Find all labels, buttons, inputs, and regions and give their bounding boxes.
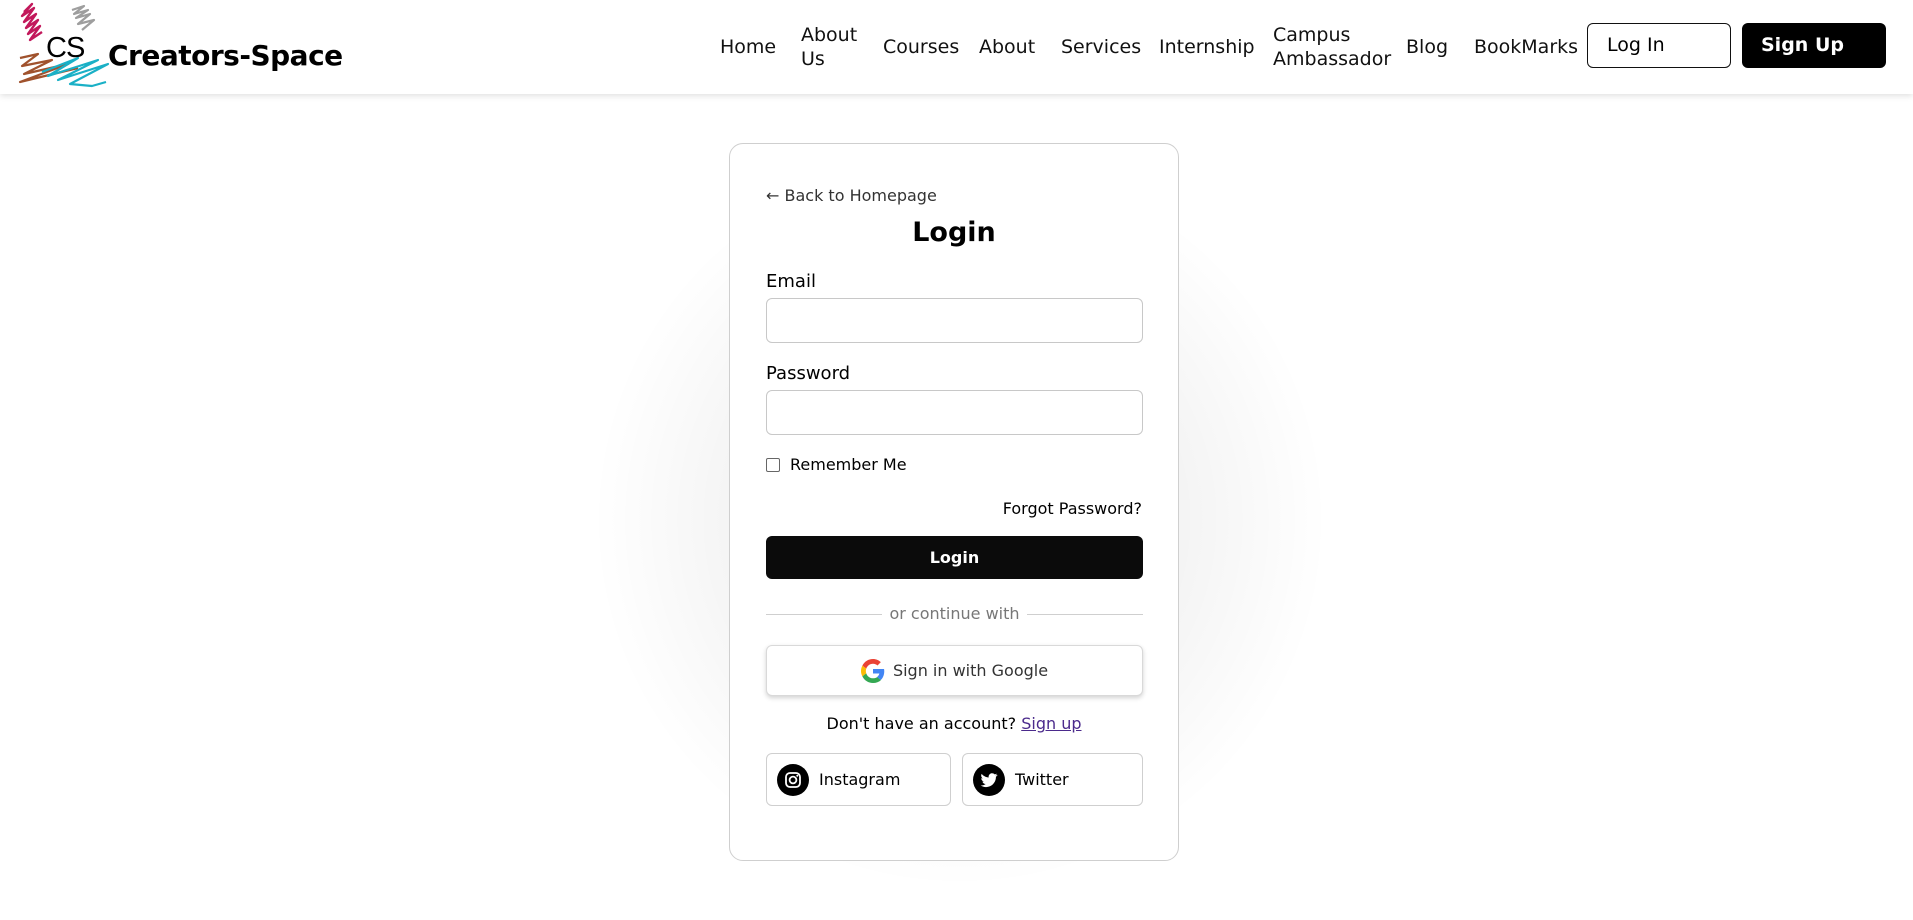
- no-account-text: Don't have an account?: [826, 714, 1017, 733]
- twitter-icon: [973, 763, 1005, 796]
- instagram-icon: [777, 763, 809, 796]
- remember-me-label[interactable]: Remember Me: [790, 455, 907, 474]
- password-field[interactable]: [766, 390, 1143, 435]
- nav-courses[interactable]: Courses: [883, 35, 959, 59]
- nav-internship[interactable]: Internship: [1159, 35, 1255, 59]
- login-submit-button[interactable]: Login: [766, 536, 1143, 579]
- password-label: Password: [766, 363, 851, 384]
- twitter-button[interactable]: Twitter: [962, 753, 1143, 806]
- nav-campus-ambassador[interactable]: Campus Ambassador: [1273, 23, 1391, 71]
- email-label: Email: [766, 271, 816, 292]
- forgot-password-link[interactable]: Forgot Password?: [1003, 499, 1142, 518]
- google-signin-button[interactable]: Sign in with Google: [766, 645, 1143, 696]
- back-to-homepage-link[interactable]: ← Back to Homepage: [766, 186, 937, 205]
- remember-me-row: Remember Me: [766, 455, 907, 474]
- header-login-button[interactable]: Log In: [1587, 23, 1731, 68]
- email-field[interactable]: [766, 298, 1143, 343]
- google-icon: [860, 658, 885, 683]
- remember-me-checkbox[interactable]: [766, 457, 780, 472]
- instagram-label: Instagram: [819, 770, 901, 789]
- nav-home[interactable]: Home: [720, 35, 776, 59]
- nav-services[interactable]: Services: [1061, 35, 1141, 59]
- google-signin-label: Sign in with Google: [892, 661, 1049, 680]
- twitter-label: Twitter: [1015, 770, 1069, 789]
- header-signup-button[interactable]: Sign Up: [1742, 23, 1886, 68]
- nav-blog[interactable]: Blog: [1406, 35, 1448, 59]
- instagram-button[interactable]: Instagram: [766, 753, 951, 806]
- login-card: ← Back to Homepage Login Email Password …: [729, 143, 1179, 861]
- nav-bookmarks[interactable]: BookMarks: [1474, 35, 1578, 59]
- nav-about[interactable]: About: [979, 35, 1035, 59]
- top-navbar: CS Creators-Space Home About Us Courses …: [0, 0, 1913, 94]
- login-title: Login: [912, 217, 996, 248]
- signup-link[interactable]: Sign up: [1021, 714, 1081, 733]
- divider-text: or continue with: [889, 604, 1020, 623]
- nav-about-us[interactable]: About Us: [801, 23, 861, 71]
- no-account-row: Don't have an account? Sign up: [730, 714, 1178, 733]
- or-divider: or continue with: [766, 604, 1143, 624]
